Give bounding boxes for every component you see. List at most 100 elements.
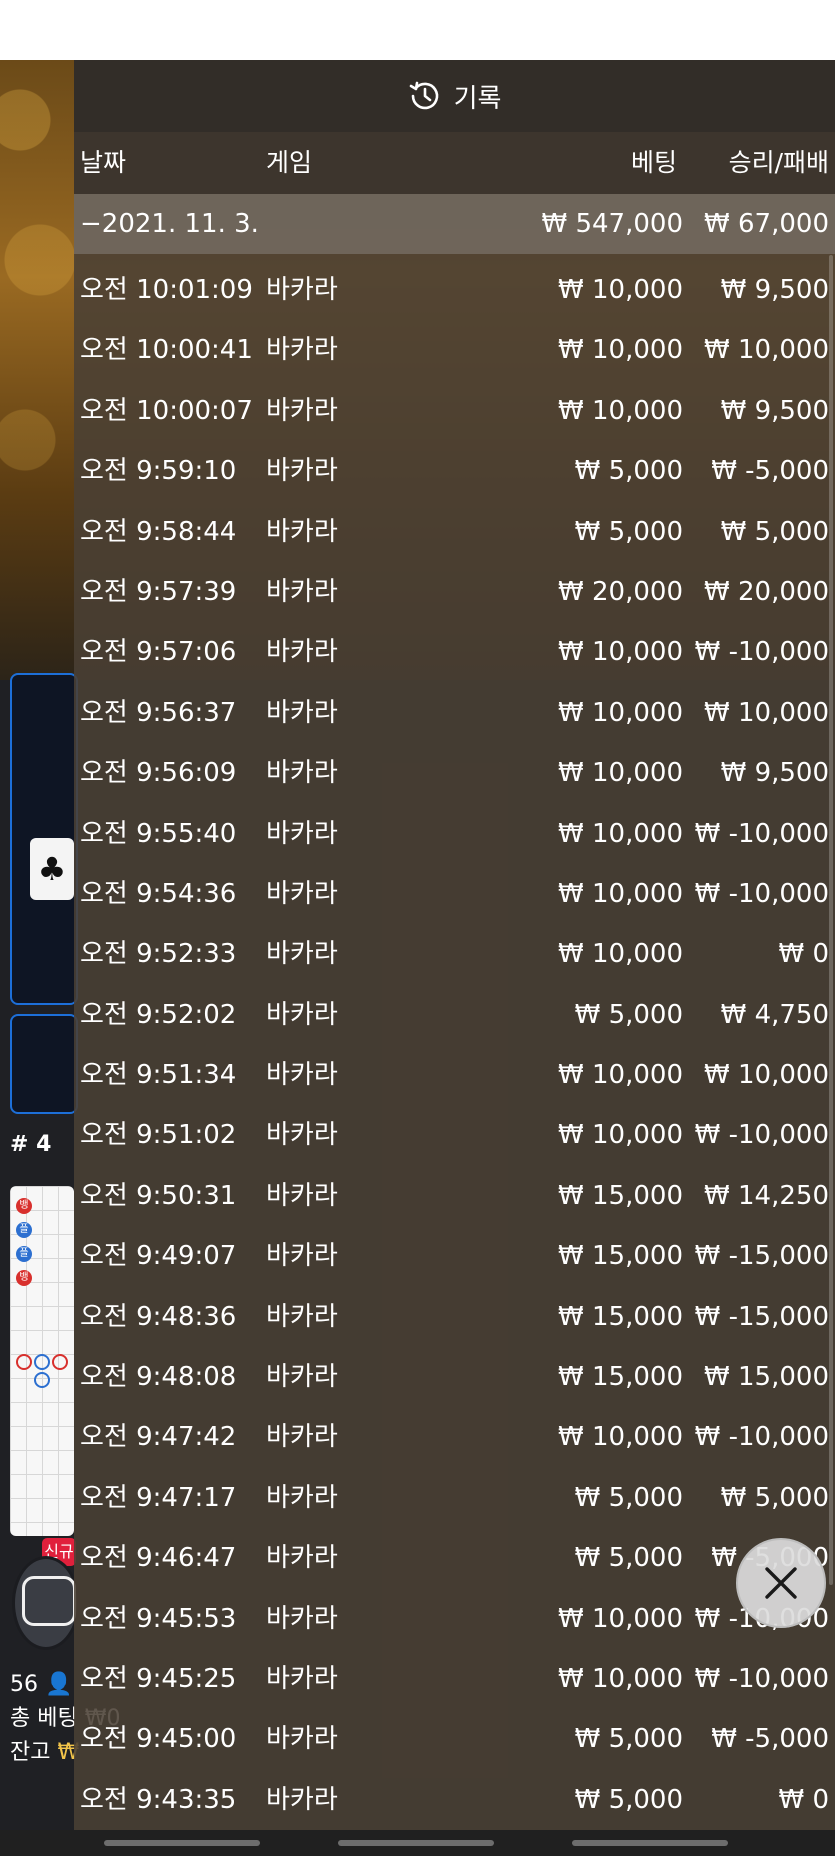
row-game: 바카라: [266, 1422, 338, 1453]
row-winloss: ₩ 9,500: [720, 395, 829, 426]
row-game: 바카라: [266, 1241, 338, 1272]
row-winloss: ₩ 0: [778, 939, 829, 970]
row-bet: ₩ 10,000: [558, 818, 683, 849]
row-bet: ₩ 5,000: [574, 999, 683, 1030]
table-row[interactable]: 오전 9:48:08 바카라 ₩ 15,000 ₩ 15,000: [74, 1347, 835, 1407]
home-indicator: [104, 1840, 260, 1846]
home-indicator: [572, 1840, 728, 1846]
column-date: 날짜: [80, 148, 127, 177]
table-row[interactable]: 오전 9:45:53바카라₩ 10,000₩ -10,000: [74, 1589, 835, 1649]
row-time: 오전 9:51:02: [80, 1120, 237, 1151]
row-bet: ₩ 15,000: [558, 1180, 683, 1211]
person-icon: 👤: [45, 1672, 73, 1697]
table-row[interactable]: 오전 9:45:00 바카라 ₩ 5,000 ₩ -5,000: [74, 1709, 835, 1769]
club-card-icon: ♣: [30, 838, 74, 900]
road-ring: [34, 1372, 50, 1388]
date-summary-row[interactable]: −2021. 11. 3. ₩ 547,000 ₩ 67,000: [74, 194, 835, 254]
bead-road-board[interactable]: 뱅 플 플 뱅: [10, 1186, 74, 1536]
table-row[interactable]: 오전 9:56:09 바카라 ₩ 10,000 ₩ 9,500: [74, 743, 835, 803]
row-time: 오전 9:47:42: [80, 1422, 237, 1453]
table-row[interactable]: 오전 9:58:44 바카라 ₩ 5,000 ₩ 5,000: [74, 502, 835, 562]
history-panel: 기록 날짜 게임 베팅 승리/패배 −2021. 11. 3. ₩ 547,00…: [74, 60, 835, 1830]
row-game: 바카라: [266, 1120, 338, 1151]
table-row[interactable]: 오전 9:46:47바카라₩ 5,000₩ -5,000: [74, 1528, 835, 1588]
banker-dot: 뱅: [16, 1198, 32, 1214]
road-ring: [34, 1354, 50, 1370]
row-time: 오전 9:52:02: [80, 999, 237, 1030]
chip-stack-icon: [22, 1576, 76, 1626]
row-game: 바카라: [266, 1784, 338, 1815]
row-game: 바카라: [266, 1543, 338, 1574]
row-bet: ₩ 10,000: [558, 758, 683, 789]
table-row[interactable]: 오전 10:00:41 바카라 ₩ 10,000 ₩ 10,000: [74, 320, 835, 380]
row-winloss: ₩ 5,000: [720, 1482, 829, 1513]
row-game: 바카라: [266, 576, 338, 607]
table-row[interactable]: 오전 9:57:06 바카라 ₩ 10,000 ₩ -10,000: [74, 622, 835, 682]
table-row[interactable]: 오전 9:47:17 바카라 ₩ 5,000 ₩ 5,000: [74, 1468, 835, 1528]
row-game: 바카라: [266, 818, 338, 849]
row-winloss: ₩ -10,000: [694, 818, 829, 849]
banker-dot: 뱅: [16, 1270, 32, 1286]
row-game: 바카라: [266, 1301, 338, 1332]
table-row[interactable]: 오전 9:52:33 바카라 ₩ 10,000 ₩ 0: [74, 924, 835, 984]
table-row[interactable]: 오전 9:57:39 바카라 ₩ 20,000 ₩ 20,000: [74, 562, 835, 622]
row-time: 오전 9:54:36: [80, 878, 237, 909]
table-row[interactable]: 오전 9:43:35 바카라 ₩ 5,000 ₩ 0: [74, 1770, 835, 1830]
row-game: 바카라: [266, 758, 338, 789]
column-winloss: 승리/패배: [728, 148, 829, 177]
table-row[interactable]: 오전 9:48:36 바카라 ₩ 15,000 ₩ -15,000: [74, 1287, 835, 1347]
row-time: 오전 9:55:40: [80, 818, 237, 849]
table-number: # 4: [10, 1132, 52, 1157]
row-game: 바카라: [266, 1663, 338, 1694]
player-dot: 플: [16, 1222, 32, 1238]
row-winloss: ₩ -15,000: [694, 1301, 829, 1332]
player-dot: 플: [16, 1246, 32, 1262]
close-button[interactable]: [736, 1538, 826, 1628]
history-list[interactable]: 오전 10:01:09 바카라 ₩ 10,000 ₩ 9,500 오전 10:00:41…: [74, 260, 835, 1830]
row-time: 오전 9:51:34: [80, 1060, 237, 1091]
table-row[interactable]: 오전 9:50:31 바카라 ₩ 15,000 ₩ 14,250: [74, 1166, 835, 1226]
row-bet: ₩ 5,000: [574, 1543, 683, 1574]
summary-bet: ₩ 547,000: [541, 209, 684, 239]
row-time: 오전 9:45:25: [80, 1663, 237, 1694]
row-game: 바카라: [266, 516, 338, 547]
table-row[interactable]: 오전 9:55:40 바카라 ₩ 10,000 ₩ -10,000: [74, 804, 835, 864]
row-time: 오전 9:49:07: [80, 1241, 237, 1272]
row-bet: ₩ 10,000: [558, 1603, 683, 1634]
row-bet: ₩ 20,000: [558, 576, 683, 607]
scrollbar[interactable]: [829, 255, 833, 1585]
column-headers: 날짜 게임 베팅 승리/패배: [74, 132, 835, 194]
row-game: 바카라: [266, 395, 338, 426]
table-row[interactable]: 오전 9:52:02 바카라 ₩ 5,000 ₩ 4,750: [74, 985, 835, 1045]
row-time: 오전 10:01:09: [80, 275, 253, 305]
row-time: 오전 10:00:41: [80, 335, 253, 366]
row-winloss: ₩ -10,000: [694, 878, 829, 909]
table-row[interactable]: 오전 9:49:07 바카라 ₩ 15,000 ₩ -15,000: [74, 1226, 835, 1286]
table-row[interactable]: 오전 9:47:42 바카라 ₩ 10,000 ₩ -10,000: [74, 1407, 835, 1467]
table-row[interactable]: 오전 9:59:10 바카라 ₩ 5,000 ₩ -5,000: [74, 441, 835, 501]
row-winloss: ₩ 5,000: [720, 516, 829, 547]
table-row[interactable]: 오전 9:45:25 바카라 ₩ 10,000 ₩ -10,000: [74, 1649, 835, 1709]
row-game: 바카라: [266, 1724, 338, 1755]
row-bet: ₩ 5,000: [574, 1482, 683, 1513]
table-row[interactable]: 오전 9:54:36 바카라 ₩ 10,000 ₩ -10,000: [74, 864, 835, 924]
table-row[interactable]: 오전 9:51:02 바카라 ₩ 10,000 ₩ -10,000: [74, 1105, 835, 1165]
row-time: 오전 9:52:33: [80, 939, 237, 970]
balance-label: 잔고: [10, 1740, 51, 1765]
row-winloss: ₩ 9,500: [720, 758, 829, 789]
row-bet: ₩ 10,000: [558, 1060, 683, 1091]
row-bet: ₩ 10,000: [558, 395, 683, 426]
table-row[interactable]: 오전 9:56:37 바카라 ₩ 10,000 ₩ 10,000: [74, 683, 835, 743]
table-row[interactable]: 오전 10:01:09 바카라 ₩ 10,000 ₩ 9,500: [74, 260, 835, 320]
row-game: 바카라: [266, 1362, 338, 1393]
row-winloss: ₩ -5,000: [711, 1724, 829, 1755]
row-bet: ₩ 10,000: [558, 637, 683, 668]
row-bet: ₩ 5,000: [574, 1724, 683, 1755]
table-row[interactable]: 오전 10:00:07 바카라 ₩ 10,000 ₩ 9,500: [74, 381, 835, 441]
history-icon: [409, 81, 438, 110]
bet-spot-secondary[interactable]: [10, 1014, 78, 1114]
row-winloss: ₩ 20,000: [704, 576, 829, 607]
table-row[interactable]: 오전 9:51:34 바카라 ₩ 10,000 ₩ 10,000: [74, 1045, 835, 1105]
row-time: 오전 10:00:07: [80, 395, 253, 426]
row-game: 바카라: [266, 1603, 338, 1634]
